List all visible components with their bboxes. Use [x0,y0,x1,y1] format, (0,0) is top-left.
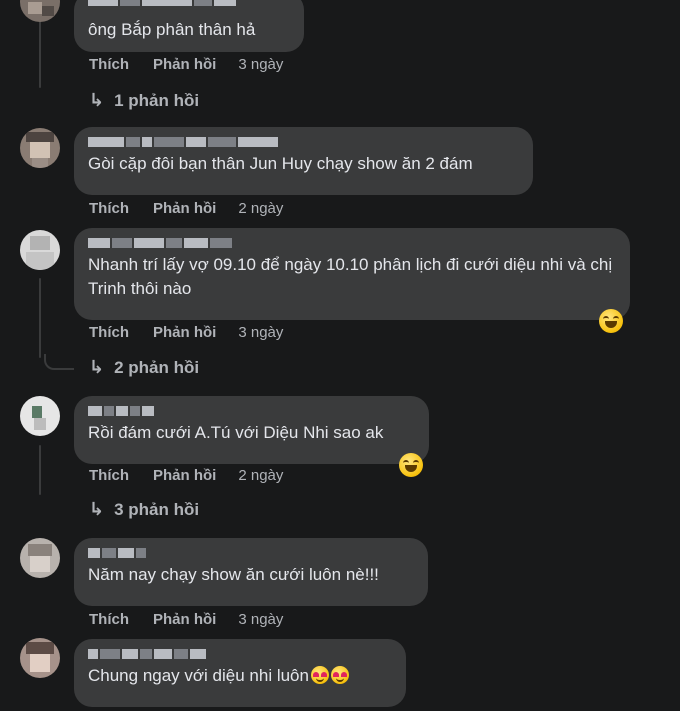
smiling-face-with-hearts-icon [310,666,329,684]
reply-arrow-icon: ↳ [89,357,105,377]
replies-count: 1 phản hồi [114,90,200,110]
comment-actions: Thích Phản hồi 3 ngày [89,611,283,628]
avatar[interactable] [20,538,60,578]
view-replies-link[interactable]: ↳ 1 phản hồi [89,90,199,111]
thread-line [39,278,41,358]
comment-bubble: Chung ngay với diệu nhi luôn [74,639,406,707]
comment-bubble: Năm nay chạy show ăn cưới luôn nè!!! [74,538,428,606]
comment-timestamp[interactable]: 2 ngày [238,467,283,484]
grinning-squinting-face-icon [399,453,423,477]
comment-text: Chung ngay với diệu nhi luôn [88,664,392,688]
smiling-face-with-hearts-icon [330,666,349,684]
comment-text: Nhanh trí lấy vợ 09.10 để ngày 10.10 phâ… [88,255,613,298]
comment-timestamp[interactable]: 2 ngày [238,200,283,217]
thread-line [39,18,41,88]
comment-actions: Thích Phản hồi 2 ngày [89,200,283,217]
thread-line [39,445,41,495]
comment-timestamp[interactable]: 3 ngày [238,611,283,628]
reply-button[interactable]: Phản hồi [153,467,216,484]
avatar[interactable] [20,230,60,270]
avatar[interactable] [20,0,60,22]
comment-text: ông Bắp phân thân hả [88,20,256,39]
reply-button[interactable]: Phản hồi [153,56,216,73]
comment-bubble: ông Bắp phân thân hả [74,0,304,52]
thread-connector [44,354,74,370]
replies-count: 3 phản hồi [114,499,200,519]
reply-button[interactable]: Phản hồi [153,324,216,341]
reply-button[interactable]: Phản hồi [153,200,216,217]
comment-bubble: Gòi cặp đôi bạn thân Jun Huy chạy show ă… [74,127,533,195]
comment-actions: Thích Phản hồi 3 ngày [89,324,283,341]
comment-bubble: Rồi đám cưới A.Tú với Diệu Nhi sao ak [74,396,429,464]
like-button[interactable]: Thích [89,467,129,484]
view-replies-link[interactable]: ↳ 2 phản hồi [89,357,199,378]
comment-text-content: Chung ngay với diệu nhi luôn [88,666,309,685]
like-button[interactable]: Thích [89,324,129,341]
blurred-author-name[interactable] [88,238,616,248]
comment-bubble: Nhanh trí lấy vợ 09.10 để ngày 10.10 phâ… [74,228,630,320]
reply-arrow-icon: ↳ [89,90,105,110]
avatar[interactable] [20,128,60,168]
comment-timestamp[interactable]: 3 ngày [238,324,283,341]
grinning-squinting-face-icon [599,309,623,333]
avatar[interactable] [20,396,60,436]
reply-button[interactable]: Phản hồi [153,611,216,628]
comment-text: Năm nay chạy show ăn cưới luôn nè!!! [88,565,379,584]
blurred-author-name[interactable] [88,406,415,416]
comment-text: Gòi cặp đôi bạn thân Jun Huy chạy show ă… [88,154,473,173]
like-button[interactable]: Thích [89,56,129,73]
comment-actions: Thích Phản hồi 2 ngày [89,467,283,484]
comment-text: Rồi đám cưới A.Tú với Diệu Nhi sao ak [88,423,384,442]
comment-timestamp[interactable]: 3 ngày [238,56,283,73]
replies-count: 2 phản hồi [114,357,200,377]
blurred-author-name[interactable] [88,548,414,558]
blurred-author-name[interactable] [88,137,519,147]
like-button[interactable]: Thích [89,611,129,628]
comment-actions: Thích Phản hồi 3 ngày [89,56,283,73]
avatar[interactable] [20,638,60,678]
view-replies-link[interactable]: ↳ 3 phản hồi [89,499,199,520]
reply-arrow-icon: ↳ [89,499,105,519]
like-button[interactable]: Thích [89,200,129,217]
blurred-author-name[interactable] [88,0,236,6]
blurred-author-name[interactable] [88,649,392,659]
